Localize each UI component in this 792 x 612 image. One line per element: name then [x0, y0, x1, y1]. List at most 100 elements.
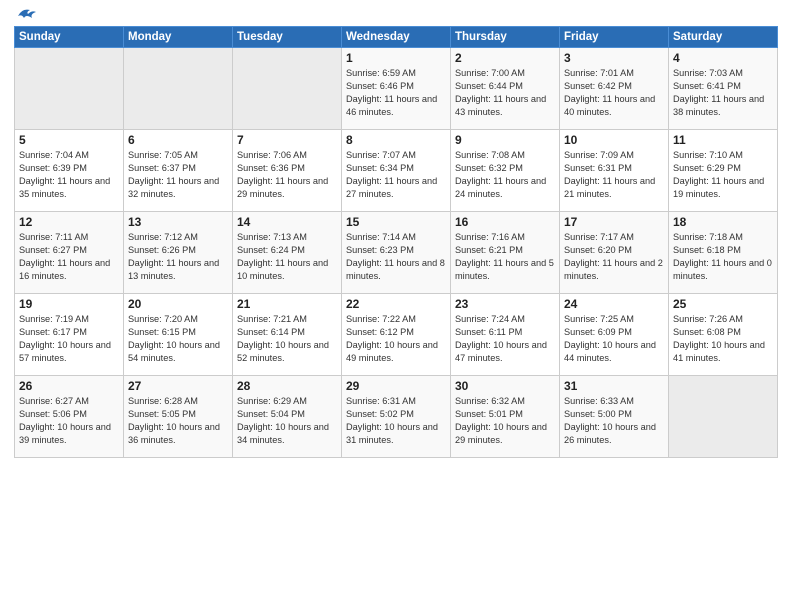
calendar-cell: 21 Sunrise: 7:21 AMSunset: 6:14 PMDayligh…: [233, 294, 342, 376]
calendar-cell: 10 Sunrise: 7:09 AMSunset: 6:31 PMDayligh…: [560, 130, 669, 212]
day-info: Sunrise: 7:10 AMSunset: 6:29 PMDaylight:…: [673, 149, 773, 201]
day-number: 9: [455, 133, 555, 147]
day-info: Sunrise: 7:20 AMSunset: 6:15 PMDaylight:…: [128, 313, 228, 365]
calendar-cell: 27 Sunrise: 6:28 AMSunset: 5:05 PMDayligh…: [124, 376, 233, 458]
day-info: Sunrise: 6:33 AMSunset: 5:00 PMDaylight:…: [564, 395, 664, 447]
calendar-cell: 3 Sunrise: 7:01 AMSunset: 6:42 PMDaylight…: [560, 48, 669, 130]
calendar-cell: 23 Sunrise: 7:24 AMSunset: 6:11 PMDayligh…: [451, 294, 560, 376]
calendar-cell: 15 Sunrise: 7:14 AMSunset: 6:23 PMDayligh…: [342, 212, 451, 294]
calendar-cell: 1Sunrise: 6:59 AMSunset: 6:46 PMDaylight…: [342, 48, 451, 130]
day-info: Sunrise: 7:25 AMSunset: 6:09 PMDaylight:…: [564, 313, 664, 365]
day-number: 19: [19, 297, 119, 311]
day-number: 16: [455, 215, 555, 229]
day-number: 30: [455, 379, 555, 393]
day-number: 23: [455, 297, 555, 311]
calendar-cell: 28 Sunrise: 6:29 AMSunset: 5:04 PMDayligh…: [233, 376, 342, 458]
day-number: 13: [128, 215, 228, 229]
day-info: Sunrise: 7:04 AMSunset: 6:39 PMDaylight:…: [19, 149, 119, 201]
calendar-cell: 7 Sunrise: 7:06 AMSunset: 6:36 PMDaylight…: [233, 130, 342, 212]
day-info: Sunrise: 7:16 AMSunset: 6:21 PMDaylight:…: [455, 231, 555, 283]
day-info: Sunrise: 6:32 AMSunset: 5:01 PMDaylight:…: [455, 395, 555, 447]
day-info: Sunrise: 7:08 AMSunset: 6:32 PMDaylight:…: [455, 149, 555, 201]
logo: [14, 10, 38, 20]
calendar-cell: 26 Sunrise: 6:27 AMSunset: 5:06 PMDayligh…: [15, 376, 124, 458]
day-info: Sunrise: 7:17 AMSunset: 6:20 PMDaylight:…: [564, 231, 664, 283]
weekday-header-saturday: Saturday: [669, 27, 778, 48]
calendar-table: SundayMondayTuesdayWednesdayThursdayFrid…: [14, 26, 778, 458]
day-number: 17: [564, 215, 664, 229]
day-number: 25: [673, 297, 773, 311]
day-number: 22: [346, 297, 446, 311]
calendar-cell: 11 Sunrise: 7:10 AMSunset: 6:29 PMDayligh…: [669, 130, 778, 212]
day-number: 3: [564, 51, 664, 65]
day-info: Sunrise: 7:13 AMSunset: 6:24 PMDaylight:…: [237, 231, 337, 283]
weekday-header-monday: Monday: [124, 27, 233, 48]
day-info: Sunrise: 7:12 AMSunset: 6:26 PMDaylight:…: [128, 231, 228, 283]
day-number: 27: [128, 379, 228, 393]
logo-bird-icon: [16, 6, 38, 24]
calendar-cell: 14 Sunrise: 7:13 AMSunset: 6:24 PMDayligh…: [233, 212, 342, 294]
day-info: Sunrise: 7:24 AMSunset: 6:11 PMDaylight:…: [455, 313, 555, 365]
day-info: Sunrise: 7:06 AMSunset: 6:36 PMDaylight:…: [237, 149, 337, 201]
day-number: 11: [673, 133, 773, 147]
calendar-cell: 12 Sunrise: 7:11 AMSunset: 6:27 PMDayligh…: [15, 212, 124, 294]
day-info: Sunrise: 6:28 AMSunset: 5:05 PMDaylight:…: [128, 395, 228, 447]
day-number: 12: [19, 215, 119, 229]
week-row-3: 12 Sunrise: 7:11 AMSunset: 6:27 PMDayligh…: [15, 212, 778, 294]
calendar-cell: 13 Sunrise: 7:12 AMSunset: 6:26 PMDayligh…: [124, 212, 233, 294]
calendar-cell: 9 Sunrise: 7:08 AMSunset: 6:32 PMDaylight…: [451, 130, 560, 212]
weekday-header-wednesday: Wednesday: [342, 27, 451, 48]
day-number: 21: [237, 297, 337, 311]
day-info: Sunrise: 7:14 AMSunset: 6:23 PMDaylight:…: [346, 231, 446, 283]
calendar-cell: [124, 48, 233, 130]
calendar-cell: 16 Sunrise: 7:16 AMSunset: 6:21 PMDayligh…: [451, 212, 560, 294]
calendar-cell: 2Sunrise: 7:00 AMSunset: 6:44 PMDaylight…: [451, 48, 560, 130]
calendar-cell: 24 Sunrise: 7:25 AMSunset: 6:09 PMDayligh…: [560, 294, 669, 376]
day-number: 2: [455, 51, 555, 65]
day-number: 4: [673, 51, 773, 65]
day-number: 15: [346, 215, 446, 229]
calendar-cell: 8 Sunrise: 7:07 AMSunset: 6:34 PMDaylight…: [342, 130, 451, 212]
day-number: 31: [564, 379, 664, 393]
day-info: Sunrise: 6:27 AMSunset: 5:06 PMDaylight:…: [19, 395, 119, 447]
day-info: Sunrise: 7:22 AMSunset: 6:12 PMDaylight:…: [346, 313, 446, 365]
header: [14, 10, 778, 20]
calendar-cell: 22 Sunrise: 7:22 AMSunset: 6:12 PMDayligh…: [342, 294, 451, 376]
calendar-page: SundayMondayTuesdayWednesdayThursdayFrid…: [0, 0, 792, 612]
day-info: Sunrise: 7:26 AMSunset: 6:08 PMDaylight:…: [673, 313, 773, 365]
week-row-2: 5 Sunrise: 7:04 AMSunset: 6:39 PMDaylight…: [15, 130, 778, 212]
day-number: 1: [346, 51, 446, 65]
day-number: 28: [237, 379, 337, 393]
calendar-cell: 4 Sunrise: 7:03 AMSunset: 6:41 PMDaylight…: [669, 48, 778, 130]
day-info: Sunrise: 6:29 AMSunset: 5:04 PMDaylight:…: [237, 395, 337, 447]
day-number: 18: [673, 215, 773, 229]
calendar-cell: 25 Sunrise: 7:26 AMSunset: 6:08 PMDayligh…: [669, 294, 778, 376]
day-info: Sunrise: 7:19 AMSunset: 6:17 PMDaylight:…: [19, 313, 119, 365]
weekday-header-tuesday: Tuesday: [233, 27, 342, 48]
day-info: Sunrise: 7:01 AMSunset: 6:42 PMDaylight:…: [564, 67, 664, 119]
day-number: 10: [564, 133, 664, 147]
calendar-cell: 31 Sunrise: 6:33 AMSunset: 5:00 PMDayligh…: [560, 376, 669, 458]
day-info: Sunrise: 7:18 AMSunset: 6:18 PMDaylight:…: [673, 231, 773, 283]
day-number: 14: [237, 215, 337, 229]
calendar-cell: 18 Sunrise: 7:18 AMSunset: 6:18 PMDayligh…: [669, 212, 778, 294]
day-number: 5: [19, 133, 119, 147]
calendar-cell: [669, 376, 778, 458]
day-number: 20: [128, 297, 228, 311]
day-info: Sunrise: 7:11 AMSunset: 6:27 PMDaylight:…: [19, 231, 119, 283]
day-info: Sunrise: 6:31 AMSunset: 5:02 PMDaylight:…: [346, 395, 446, 447]
weekday-header-row: SundayMondayTuesdayWednesdayThursdayFrid…: [15, 27, 778, 48]
calendar-cell: 29Sunrise: 6:31 AMSunset: 5:02 PMDayligh…: [342, 376, 451, 458]
day-info: Sunrise: 7:09 AMSunset: 6:31 PMDaylight:…: [564, 149, 664, 201]
day-info: Sunrise: 7:07 AMSunset: 6:34 PMDaylight:…: [346, 149, 446, 201]
day-number: 8: [346, 133, 446, 147]
day-number: 7: [237, 133, 337, 147]
week-row-1: 1Sunrise: 6:59 AMSunset: 6:46 PMDaylight…: [15, 48, 778, 130]
day-info: Sunrise: 7:05 AMSunset: 6:37 PMDaylight:…: [128, 149, 228, 201]
calendar-cell: 6 Sunrise: 7:05 AMSunset: 6:37 PMDaylight…: [124, 130, 233, 212]
day-info: Sunrise: 7:21 AMSunset: 6:14 PMDaylight:…: [237, 313, 337, 365]
day-number: 6: [128, 133, 228, 147]
day-number: 24: [564, 297, 664, 311]
day-number: 26: [19, 379, 119, 393]
day-info: Sunrise: 7:03 AMSunset: 6:41 PMDaylight:…: [673, 67, 773, 119]
